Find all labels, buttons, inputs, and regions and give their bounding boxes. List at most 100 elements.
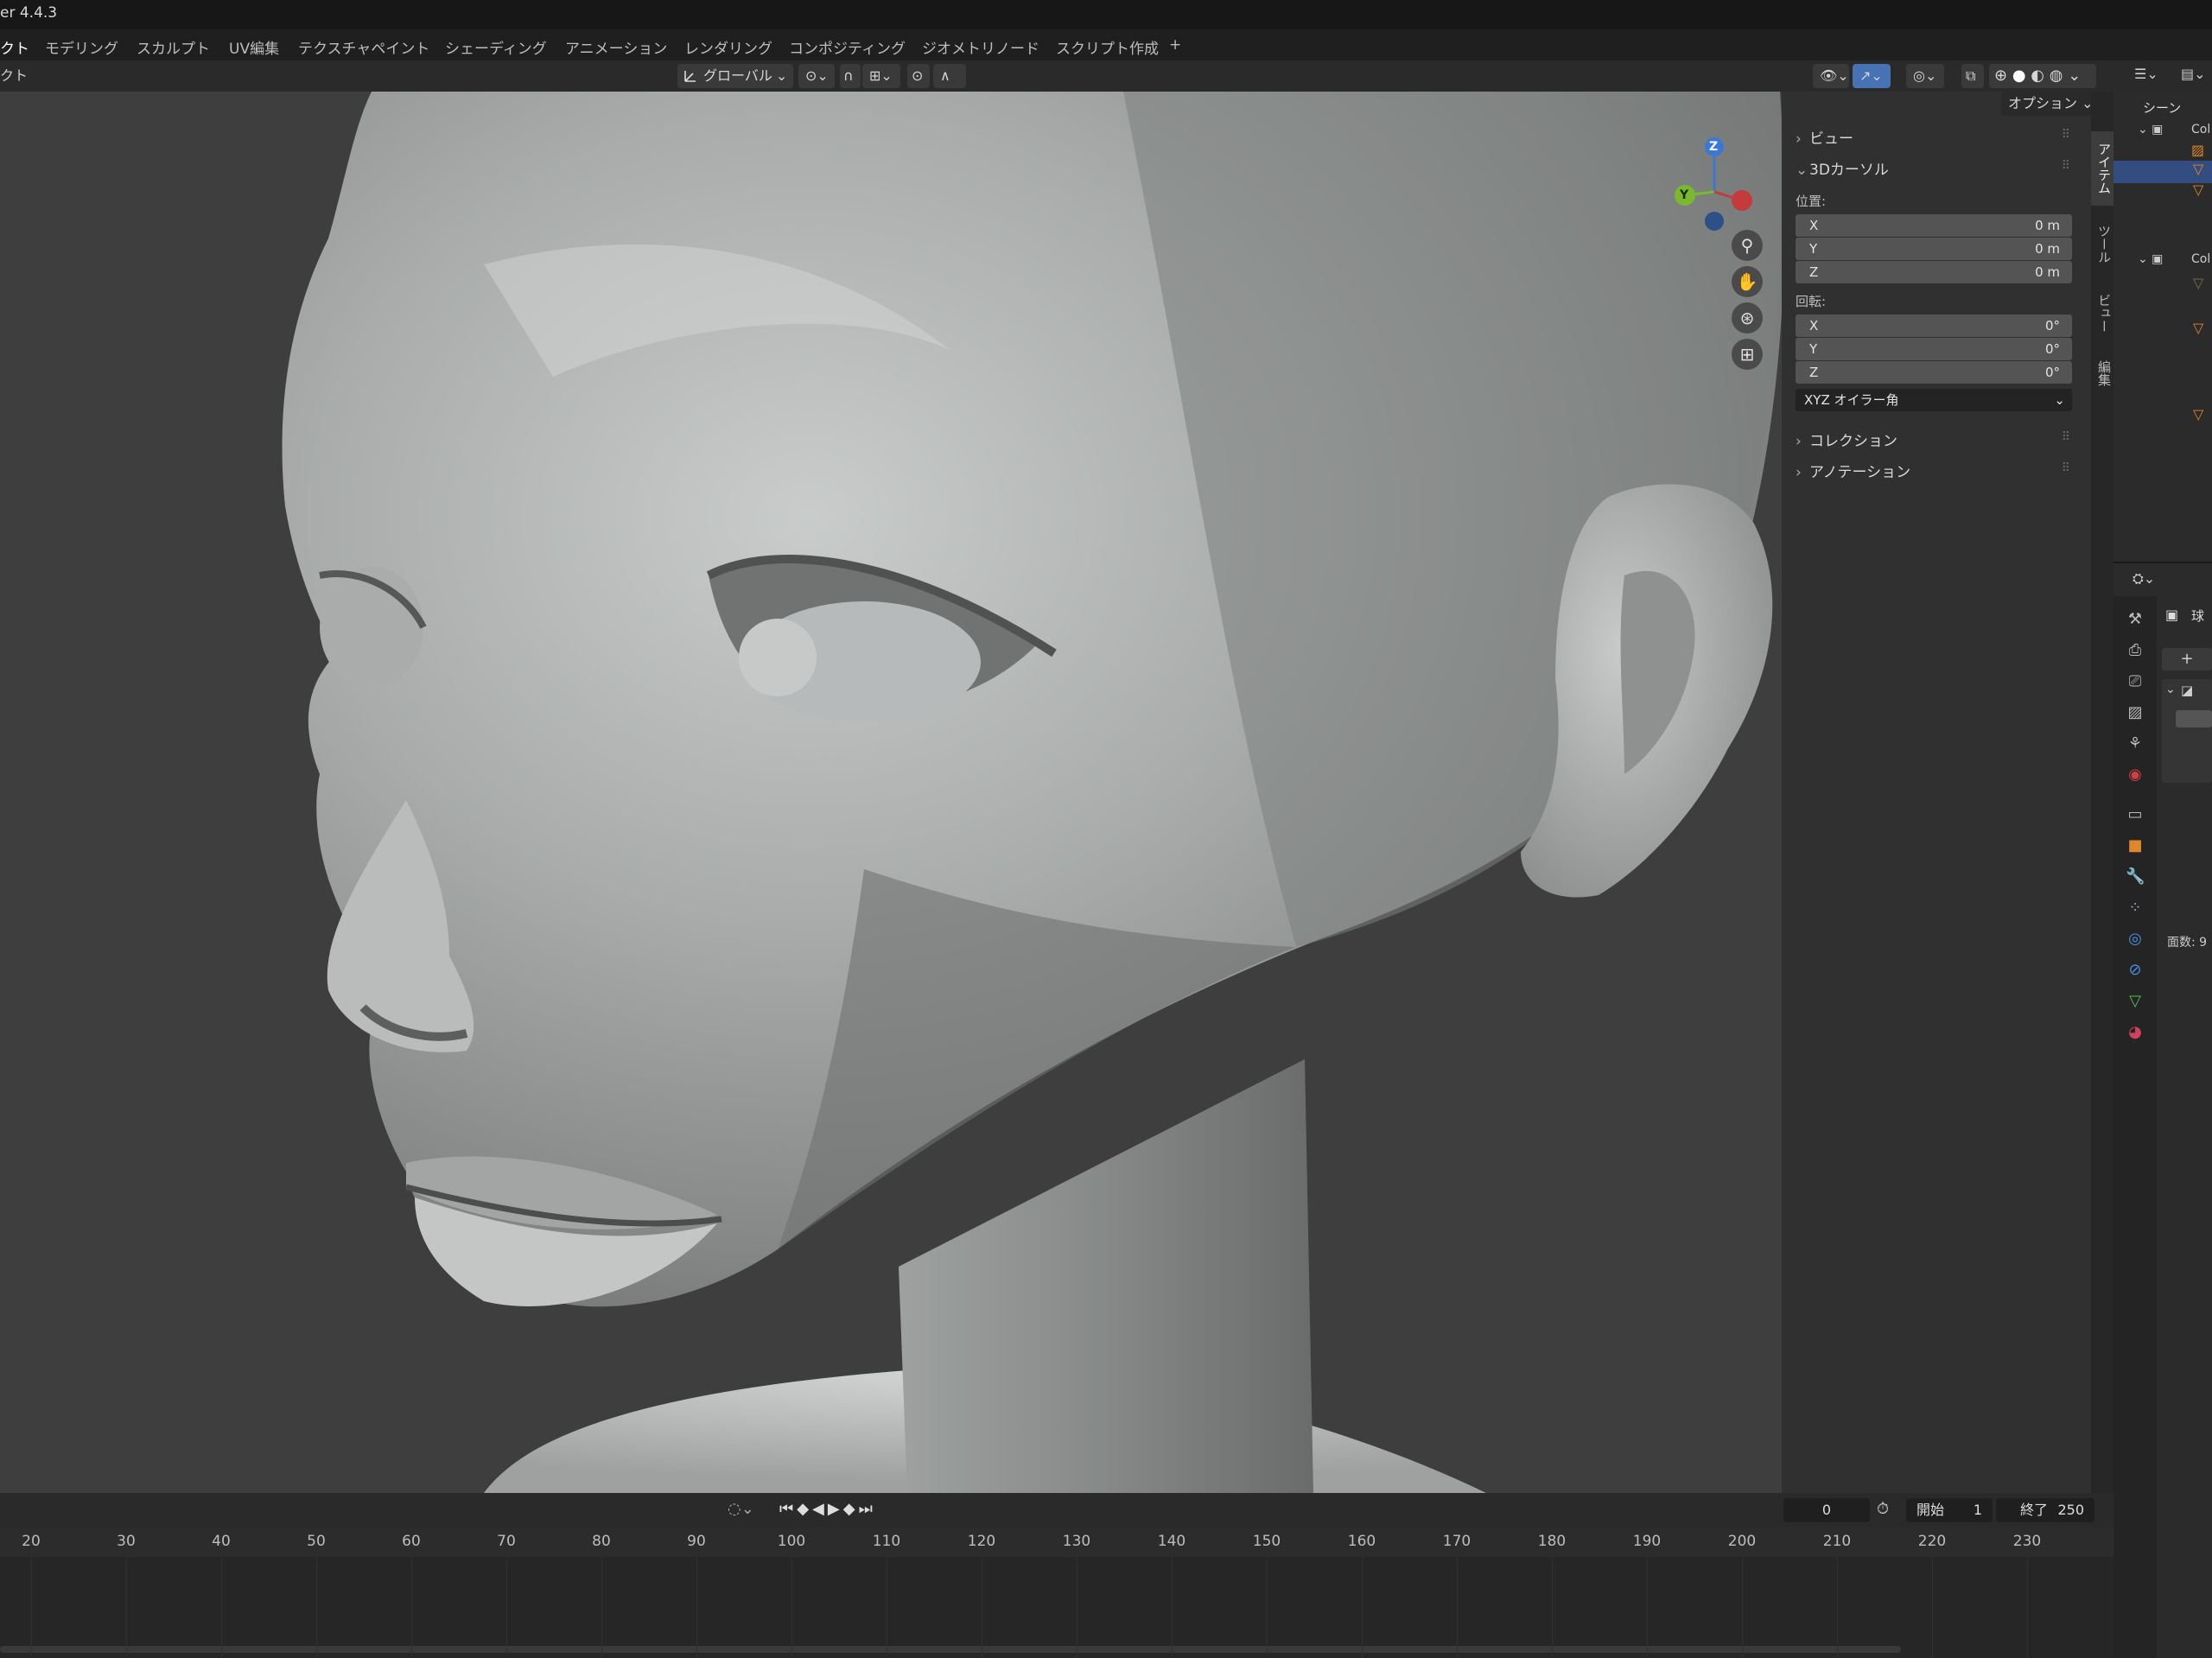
tab-uv-editing[interactable]: UV編集	[229, 36, 279, 58]
start-frame-field[interactable]: 開始 1	[1906, 1498, 1993, 1522]
collection-chevron-icon[interactable]: ⌄ ▣	[2138, 252, 2163, 266]
mesh-icon[interactable]: ▽	[2193, 181, 2203, 198]
tab-compositing[interactable]: コンポジティング	[789, 36, 906, 58]
drag-handle-icon[interactable]: ⠿	[2062, 128, 2070, 142]
3d-viewport[interactable]: Z Y ⚲ ✋ ⊛ ⊞	[0, 92, 2091, 1493]
snap-toggle[interactable]: ∩	[840, 64, 861, 88]
transform-orientation-select[interactable]: グローバル ⌄	[677, 64, 793, 88]
tab-object[interactable]: クト	[0, 36, 29, 58]
collection-chevron-icon[interactable]: ⌄ ▣	[2138, 123, 2163, 137]
next-keyframe-icon[interactable]: ◆	[843, 1500, 859, 1518]
world-icon[interactable]: ◉	[2126, 765, 2145, 785]
overlay-toggle[interactable]: ◎⌄	[1906, 64, 1944, 88]
tab-rendering[interactable]: レンダリング	[684, 36, 772, 58]
play-icon[interactable]: ▶	[828, 1500, 843, 1518]
tab-animation[interactable]: アニメーション	[565, 36, 667, 58]
snap-target-select[interactable]: ⊞⌄	[862, 64, 900, 88]
view-layer-icon[interactable]: ▨	[2126, 703, 2145, 722]
mesh-data-icon[interactable]: ▽	[2126, 992, 2145, 1011]
collection-label[interactable]: Col	[2191, 123, 2210, 137]
rendered-shading-icon[interactable]: ◍	[2050, 67, 2063, 85]
drag-handle-icon[interactable]: ⠿	[2062, 159, 2070, 173]
navigation-gizmo[interactable]	[1668, 131, 1771, 244]
mesh-icon[interactable]: ▽	[2193, 161, 2203, 177]
solid-shading-icon[interactable]: ●	[2012, 67, 2026, 85]
options-dropdown[interactable]: オプション ⌄	[2001, 92, 2101, 116]
prev-keyframe-icon[interactable]: ◆	[797, 1500, 812, 1518]
xray-toggle[interactable]: ⧉	[1961, 64, 1984, 88]
drag-handle-icon[interactable]: ⠿	[2062, 430, 2070, 444]
cursor-rotation-x-field[interactable]: X 0°	[1796, 314, 2072, 337]
particles-icon[interactable]: ⁘	[2126, 899, 2145, 918]
tab-shading[interactable]: シェーディング	[445, 36, 547, 58]
cursor-location-z-field[interactable]: Z0 m	[1796, 261, 2072, 283]
material-shading-icon[interactable]: ◐	[2031, 67, 2044, 85]
modifier-wrench-icon[interactable]: 🔧	[2126, 867, 2145, 886]
mesh-icon[interactable]: ▽	[2193, 406, 2203, 422]
output-icon[interactable]: ⎚	[2126, 672, 2145, 691]
scene-icon[interactable]: ⚘	[2126, 734, 2145, 753]
proportional-edit-toggle[interactable]: ⊙	[907, 64, 930, 88]
object-menu[interactable]: クト	[0, 64, 28, 85]
shading-mode-group[interactable]: ⊕ ● ◐ ◍ ⌄	[1989, 64, 2096, 88]
object-icon[interactable]: ■	[2126, 836, 2145, 855]
gizmo-y-label[interactable]: Y	[1680, 188, 1688, 202]
tab-texture-paint[interactable]: テクスチャペイント	[298, 36, 429, 58]
mesh-icon[interactable]: ▽	[2193, 320, 2203, 336]
drag-handle-icon[interactable]: ⠿	[2062, 461, 2070, 475]
clock-icon[interactable]: ⏱	[1877, 1500, 1889, 1518]
tab-geometry-nodes[interactable]: ジオメトリノード	[922, 36, 1039, 58]
add-workspace-button[interactable]: +	[1169, 36, 1181, 54]
editor-type-icon[interactable]: ⛭⌄	[2133, 570, 2155, 588]
current-frame-field[interactable]: 0	[1783, 1498, 1870, 1522]
modifier-field[interactable]	[2176, 710, 2212, 727]
play-reverse-icon[interactable]: ◀	[812, 1500, 828, 1518]
render-icon[interactable]: ⎙	[2126, 641, 2145, 660]
collection-icon[interactable]: ▭	[2126, 805, 2145, 824]
tab-view[interactable]: ビュー	[2091, 282, 2113, 344]
collection-section-header[interactable]: › コレクション	[1796, 429, 1897, 450]
tab-tool[interactable]: ツール	[2091, 209, 2113, 278]
timeline-scrollbar[interactable]	[0, 1646, 1901, 1653]
light-icon[interactable]: ▨	[2191, 142, 2204, 158]
jump-start-icon[interactable]: ⏮	[779, 1500, 797, 1518]
zoom-icon[interactable]: ⚲	[1732, 230, 1763, 261]
shading-dropdown-icon[interactable]: ⌄	[2068, 67, 2081, 85]
tab-sculpt[interactable]: スカルプト	[137, 36, 210, 58]
end-frame-field[interactable]: 終了 250	[1996, 1498, 2094, 1522]
physics-icon[interactable]: ◎	[2126, 930, 2145, 949]
falloff-select[interactable]: ∧	[933, 64, 966, 88]
timeline-body[interactable]	[0, 1557, 2113, 1658]
annotation-section-header[interactable]: › アノテーション	[1796, 460, 1910, 481]
keying-icon[interactable]: ◌⌄	[728, 1500, 754, 1518]
constraints-icon[interactable]: ⊘	[2126, 961, 2145, 980]
gizmo-toggle[interactable]: ↗⌄	[1853, 64, 1891, 88]
chevron-down-icon[interactable]: ⌄	[2165, 683, 2176, 696]
material-icon[interactable]: ◕	[2126, 1023, 2145, 1042]
view-section-header[interactable]: › ビュー	[1796, 126, 1853, 148]
tool-icon[interactable]: ⚒	[2126, 610, 2145, 629]
tab-modeling[interactable]: モデリング	[45, 36, 118, 58]
collection-label[interactable]: Col	[2191, 252, 2210, 266]
tab-item[interactable]: アイテム	[2091, 131, 2113, 206]
add-modifier-button[interactable]: +	[2162, 648, 2212, 670]
object-visibility-select[interactable]: 👁⌄	[1813, 64, 1849, 88]
camera-icon[interactable]: ⊛	[1732, 302, 1763, 334]
3d-cursor-section-header[interactable]: ⌄ 3Dカーソル	[1796, 157, 1889, 179]
hand-icon[interactable]: ✋	[1732, 266, 1763, 297]
pivot-point-select[interactable]: ⊙⌄	[798, 64, 835, 88]
cursor-location-x-field[interactable]: X0 m	[1796, 214, 2072, 237]
timeline-ruler[interactable]: 20 30 40 50 60 70 80 90 100 110 120 130 140 150 160 170…	[0, 1528, 2113, 1557]
cursor-rotation-z-field[interactable]: Z 0°	[1796, 361, 2072, 384]
gizmo-z-label[interactable]: Z	[1709, 140, 1718, 154]
tab-scripting[interactable]: スクリプト作成	[1056, 36, 1159, 58]
wireframe-shading-icon[interactable]: ⊕	[1994, 67, 2007, 85]
rotation-mode-select[interactable]: XYZ オイラー角 ⌄	[1796, 389, 2072, 411]
display-mode-icon[interactable]: ▤⌄	[2181, 66, 2206, 82]
jump-end-icon[interactable]: ⏭	[859, 1500, 876, 1518]
cursor-rotation-y-field[interactable]: Y 0°	[1796, 338, 2072, 360]
editor-type-icon[interactable]: ☰⌄	[2134, 66, 2158, 82]
grid-icon[interactable]: ⊞	[1732, 339, 1763, 370]
cursor-location-y-field[interactable]: Y0 m	[1796, 238, 2072, 260]
scene-collection-label[interactable]: シーン	[2143, 98, 2181, 117]
